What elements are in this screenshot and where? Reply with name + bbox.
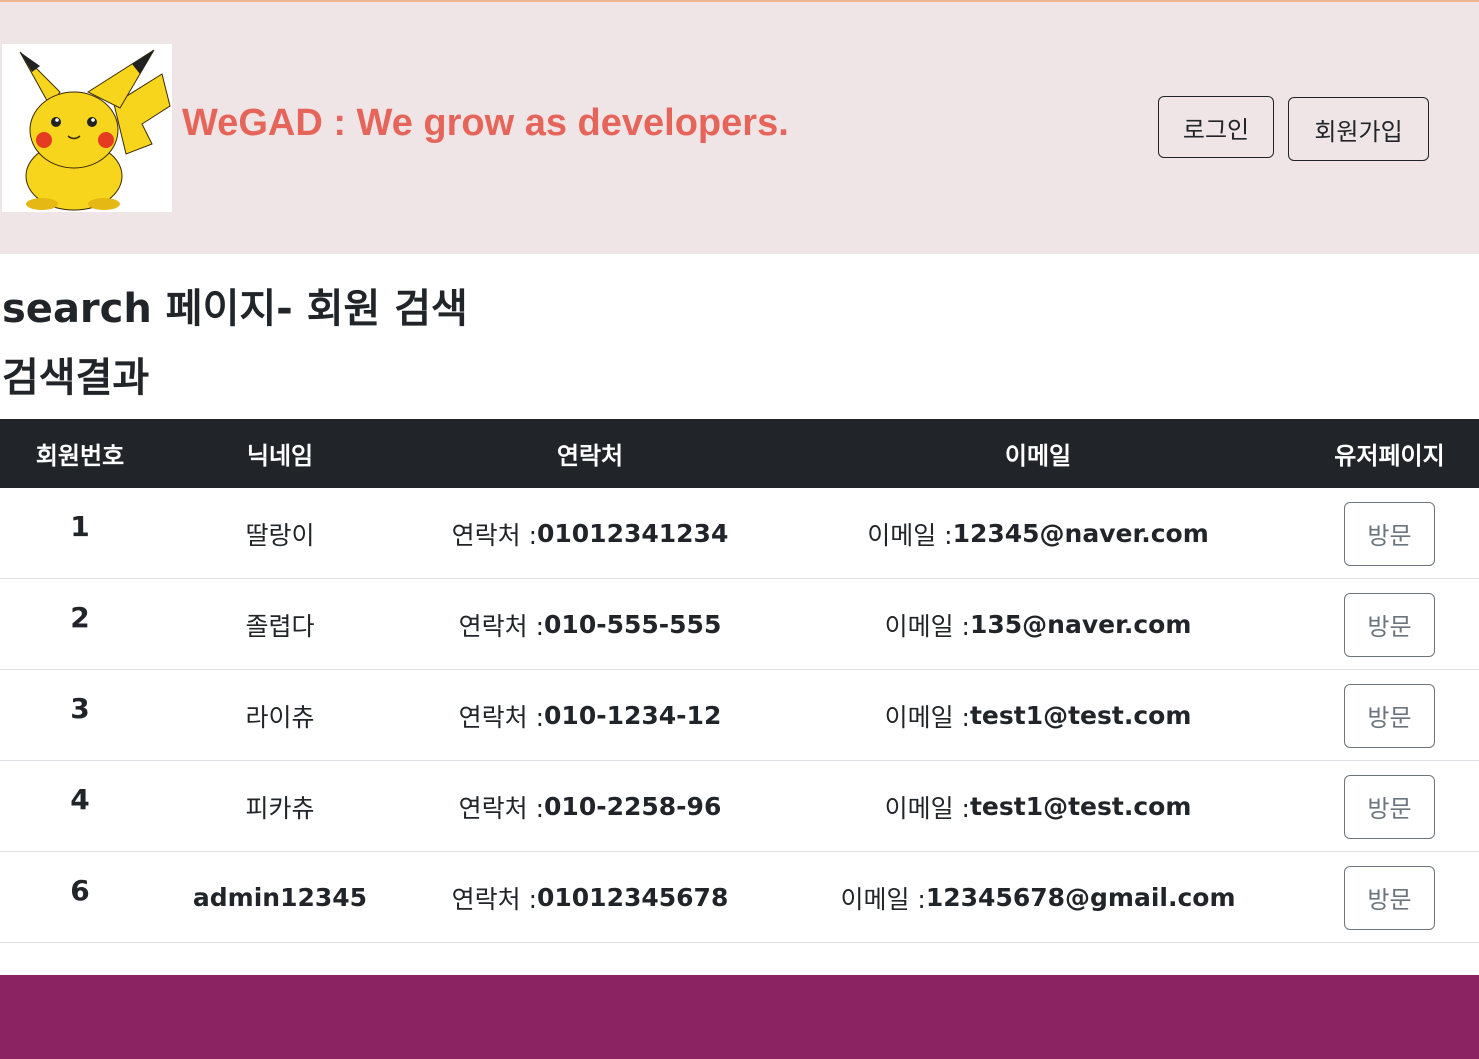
- contact-value: 010-2258-96: [544, 792, 722, 821]
- contact-cell: 연락처 : 010-555-555: [400, 579, 780, 670]
- email-prefix: 이메일 :: [884, 611, 970, 641]
- user-page-cell: 방문: [1300, 852, 1479, 943]
- email-prefix: 이메일 :: [867, 520, 953, 550]
- login-button[interactable]: 로그인: [1158, 96, 1274, 158]
- member-id: 1: [70, 510, 90, 543]
- contact-prefix: 연락처 :: [451, 520, 537, 550]
- page-title: search 페이지- 회원 검색: [2, 286, 468, 332]
- contact-cell: 연락처 : 01012345678: [400, 852, 780, 943]
- email-value: test1@test.com: [969, 701, 1192, 730]
- table-row: 2 졸렵다 연락처 : 010-555-555 이메일 : 135@naver.…: [0, 579, 1479, 670]
- visit-button[interactable]: 방문: [1344, 774, 1435, 839]
- contact-prefix: 연락처 :: [458, 793, 545, 823]
- results-heading: 검색결과: [2, 355, 150, 401]
- email-cell: 이메일 : 12345678@gmail.com: [800, 852, 1276, 943]
- table-row: 6 admin12345 연락처 : 01012345678 이메일 : 123…: [0, 852, 1479, 943]
- contact-value: 01012345678: [537, 883, 729, 912]
- contact-cell: 연락처 : 010-2258-96: [400, 761, 780, 852]
- contact-prefix: 연락처 :: [451, 884, 537, 914]
- email-prefix: 이메일 :: [840, 884, 926, 914]
- visit-button[interactable]: 방문: [1344, 683, 1435, 748]
- email-value: 135@naver.com: [969, 610, 1192, 639]
- member-id: 6: [70, 874, 90, 907]
- nickname: 피카츄: [245, 793, 315, 823]
- table-row: 3 라이츄 연락처 : 010-1234-12 이메일 : test1@test…: [0, 670, 1479, 761]
- nickname: 졸렵다: [245, 611, 315, 641]
- brand-title: WeGAD : We grow as developers.: [182, 102, 789, 144]
- contact-prefix: 연락처 :: [458, 702, 545, 732]
- member-id: 3: [70, 692, 90, 725]
- member-results-table: 회원번호 닉네임 연락처 이메일 유저페이지 1 딸랑이 연락처 : 01012…: [0, 419, 1479, 943]
- header-nickname: 닉네임: [246, 442, 314, 470]
- contact-cell: 연락처 : 010-1234-12: [400, 670, 780, 761]
- user-page-cell: 방문: [1300, 761, 1479, 852]
- user-page-cell: 방문: [1300, 670, 1479, 761]
- site-footer: [0, 975, 1479, 1059]
- header-contact: 연락처: [556, 442, 624, 470]
- nickname: 라이츄: [245, 702, 315, 732]
- email-value: 12345678@gmail.com: [925, 883, 1236, 912]
- header-member-id: 회원번호: [35, 442, 125, 470]
- email-cell: 이메일 : test1@test.com: [800, 761, 1276, 852]
- email-cell: 이메일 : test1@test.com: [800, 670, 1276, 761]
- email-prefix: 이메일 :: [884, 702, 970, 732]
- contact-value: 010-555-555: [544, 610, 722, 639]
- user-page-cell: 방문: [1300, 579, 1479, 670]
- nickname: admin12345: [192, 883, 368, 912]
- table-header: 회원번호 닉네임 연락처 이메일 유저페이지: [0, 419, 1479, 488]
- email-prefix: 이메일 :: [884, 793, 970, 823]
- contact-prefix: 연락처 :: [458, 611, 545, 641]
- email-value: 12345@naver.com: [952, 519, 1209, 548]
- user-page-cell: 방문: [1300, 488, 1479, 579]
- email-cell: 이메일 : 135@naver.com: [800, 579, 1276, 670]
- signup-button[interactable]: 회원가입: [1288, 97, 1429, 161]
- contact-value: 01012341234: [537, 519, 729, 548]
- pikachu-logo-icon[interactable]: [2, 44, 172, 212]
- visit-button[interactable]: 방문: [1344, 865, 1435, 930]
- member-id: 2: [70, 601, 90, 634]
- visit-button[interactable]: 방문: [1344, 592, 1435, 657]
- visit-button[interactable]: 방문: [1344, 501, 1435, 566]
- contact-cell: 연락처 : 01012341234: [400, 488, 780, 579]
- nickname: 딸랑이: [245, 520, 315, 550]
- header-user-page: 유저페이지: [1334, 442, 1445, 470]
- header-email: 이메일: [1004, 442, 1072, 470]
- table-row: 4 피카츄 연락처 : 010-2258-96 이메일 : test1@test…: [0, 761, 1479, 852]
- table-row: 1 딸랑이 연락처 : 01012341234 이메일 : 12345@nave…: [0, 488, 1479, 579]
- email-value: test1@test.com: [969, 792, 1192, 821]
- site-header: WeGAD : We grow as developers. 로그인 회원가입: [0, 2, 1479, 254]
- member-id: 4: [70, 783, 90, 816]
- email-cell: 이메일 : 12345@naver.com: [800, 488, 1276, 579]
- contact-value: 010-1234-12: [544, 701, 722, 730]
